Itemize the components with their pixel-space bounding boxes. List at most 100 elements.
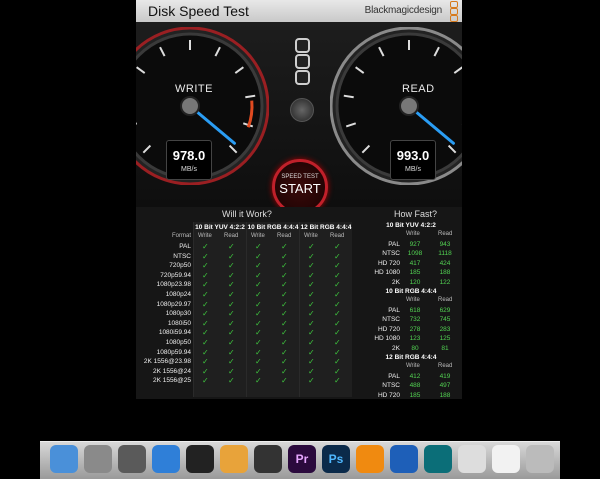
check-icon: ✓ xyxy=(334,328,341,338)
read-fps-value: 122 xyxy=(439,278,451,286)
read-fps-value: 419 xyxy=(439,373,451,380)
check-icon: ✓ xyxy=(281,338,288,347)
premiere-pro-icon[interactable]: Pr xyxy=(288,445,316,473)
gauge-hub xyxy=(399,96,419,116)
read-subheader: Read xyxy=(224,233,239,239)
will-it-work-table: Format PAL NTSC 720p50 720p59.94 1080p23.98 1… xyxy=(136,222,356,397)
format-label: PAL xyxy=(388,241,400,248)
photoshop-icon[interactable]: Ps xyxy=(322,445,350,473)
how-fast-row: HD 720 278 283 xyxy=(360,325,462,334)
check-icon: ✓ xyxy=(202,251,209,261)
check-icon: ✓ xyxy=(202,270,209,280)
check-icon: ✓ xyxy=(255,280,262,290)
drive-select-ring-icon[interactable] xyxy=(295,54,310,69)
check-icon: ✓ xyxy=(308,309,315,319)
how-section-title: 12 Bit RGB 4:4:4 xyxy=(385,354,437,361)
read-fps-value: 188 xyxy=(439,391,451,399)
format-label: 2K 1556@23.98 xyxy=(143,358,191,366)
launchpad-rocket-icon[interactable] xyxy=(118,445,146,473)
blackmagic-logo-icon xyxy=(450,1,458,22)
format-label: 1080i59.94 xyxy=(158,329,191,337)
check-icon: ✓ xyxy=(334,251,341,261)
format-label: 2K xyxy=(392,344,400,352)
check-icon: ✓ xyxy=(281,280,288,290)
check-icon: ✓ xyxy=(334,270,341,280)
read-speed-readout: 993.0 MB/s xyxy=(390,140,436,180)
format-label: 720p59.94 xyxy=(160,271,191,279)
write-fps-value: 412 xyxy=(409,373,421,380)
read-fps-value: 81 xyxy=(441,344,449,352)
check-icon: ✓ xyxy=(202,318,209,328)
read-subheader: Read xyxy=(438,297,453,303)
check-icon: ✓ xyxy=(255,270,262,280)
format-label: NTSC xyxy=(382,316,400,324)
drive-select-ring-icon[interactable] xyxy=(295,38,310,53)
check-icon: ✓ xyxy=(228,376,235,386)
check-icon: ✓ xyxy=(308,338,315,347)
document-icon[interactable] xyxy=(492,445,520,473)
final-cut-pro-icon[interactable] xyxy=(254,445,282,473)
write-fps-value: 732 xyxy=(409,316,421,324)
read-gauge-label: READ xyxy=(402,83,435,95)
safari-compass-icon[interactable] xyxy=(152,445,180,473)
check-icon: ✓ xyxy=(228,366,235,376)
check-icon: ✓ xyxy=(255,290,262,299)
format-label: HD 1080 xyxy=(374,269,400,277)
format-label: PAL xyxy=(388,373,400,380)
format-label: NTSC xyxy=(173,252,191,260)
check-icon: ✓ xyxy=(255,309,262,319)
check-icon: ✓ xyxy=(228,309,235,319)
check-icon: ✓ xyxy=(255,376,262,386)
check-icon: ✓ xyxy=(228,270,235,280)
group-title: 12 Bit RGB 4:4:4 xyxy=(300,224,352,231)
disk-speed-test-icon[interactable] xyxy=(424,445,452,473)
check-icon: ✓ xyxy=(202,376,209,386)
check-icon: ✓ xyxy=(281,366,288,376)
check-icon: ✓ xyxy=(255,347,262,357)
quicktime-icon[interactable] xyxy=(390,445,418,473)
drive-select-ring-icon[interactable] xyxy=(295,70,310,85)
check-icon: ✓ xyxy=(228,242,235,251)
read-fps-value: 943 xyxy=(439,241,451,248)
format-label: 720p50 xyxy=(169,262,191,270)
qq-penguin-icon[interactable] xyxy=(186,445,214,473)
system-preferences-icon[interactable] xyxy=(84,445,112,473)
write-subheader: Write xyxy=(198,233,212,239)
write-fps-value: 488 xyxy=(409,382,421,390)
check-icon: ✓ xyxy=(281,242,288,251)
check-icon: ✓ xyxy=(334,309,341,319)
check-icon: ✓ xyxy=(334,366,341,376)
format-label: PAL xyxy=(179,243,191,250)
title-bar[interactable]: Disk Speed Test Blackmagicdesign xyxy=(136,0,462,23)
check-icon: ✓ xyxy=(281,270,288,280)
write-speed-unit: MB/s xyxy=(181,166,197,173)
check-icon: ✓ xyxy=(255,338,262,347)
check-icon: ✓ xyxy=(281,347,288,357)
trash-icon[interactable] xyxy=(526,445,554,473)
check-icon: ✓ xyxy=(255,328,262,338)
check-icon: ✓ xyxy=(228,261,235,271)
check-icon: ✓ xyxy=(308,357,315,367)
check-icon: ✓ xyxy=(202,242,209,251)
preview-icon[interactable] xyxy=(458,445,486,473)
read-subheader: Read xyxy=(438,231,453,237)
start-button-label: START xyxy=(279,181,321,196)
check-icon: ✓ xyxy=(281,261,288,271)
how-fast-row: HD 720 417 424 xyxy=(360,259,462,268)
check-icon: ✓ xyxy=(308,290,315,299)
settings-gear-button[interactable] xyxy=(290,98,314,122)
check-icon: ✓ xyxy=(281,376,288,386)
photos-pinwheel-icon[interactable] xyxy=(220,445,248,473)
check-icon: ✓ xyxy=(228,357,235,367)
results-panel: Will it Work? How Fast? Format PAL NTSC 72… xyxy=(136,207,462,399)
finder-icon[interactable] xyxy=(50,445,78,473)
check-icon: ✓ xyxy=(202,290,209,299)
read-fps-value: 497 xyxy=(439,382,451,390)
read-subheader: Read xyxy=(438,363,453,369)
format-label: 1080p24 xyxy=(165,291,191,298)
vlc-cone-icon[interactable] xyxy=(356,445,384,473)
write-gauge-label: WRITE xyxy=(175,83,213,95)
write-fps-value: 1098 xyxy=(407,250,423,258)
check-icon: ✓ xyxy=(281,309,288,319)
check-icon: ✓ xyxy=(255,251,262,261)
